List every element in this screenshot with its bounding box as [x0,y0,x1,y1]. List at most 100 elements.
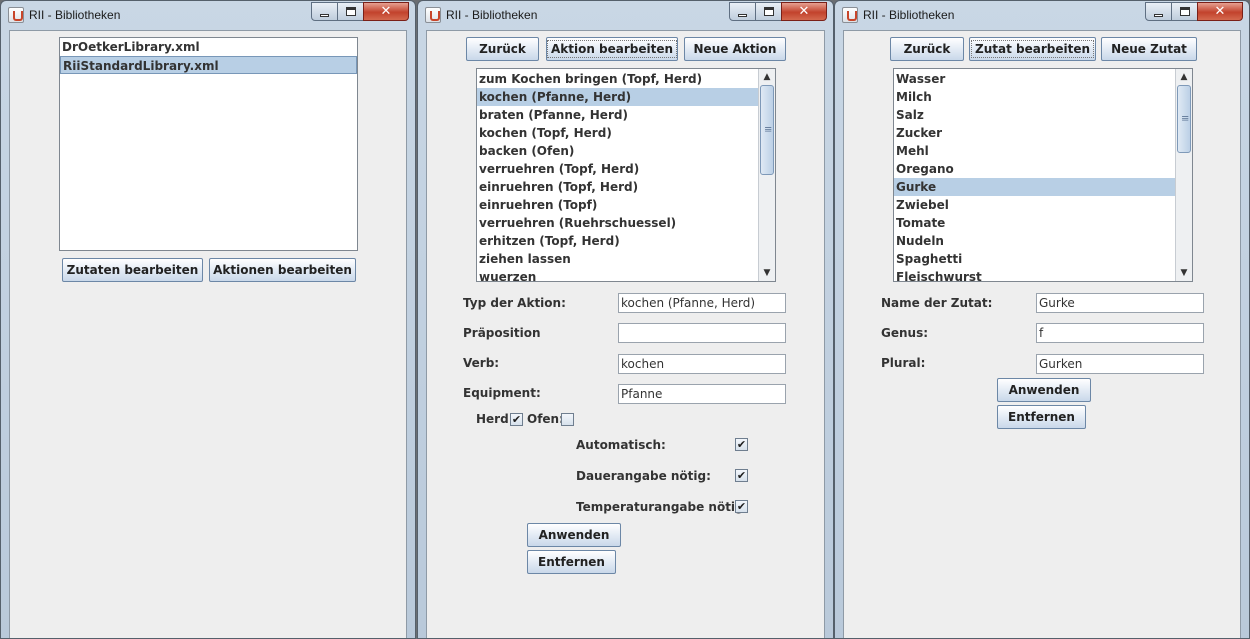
scroll-thumb[interactable] [1177,85,1191,153]
title-bar[interactable]: RII - Bibliotheken ✕ [418,1,833,29]
library-file-list[interactable]: DrOetkerLibrary.xml RiiStandardLibrary.x… [59,37,358,251]
edit-ingredient-button[interactable]: Zutat bearbeiten [969,37,1096,61]
back-button[interactable]: Zurück [466,37,539,61]
list-item[interactable]: ziehen lassen [477,250,758,268]
preposition-label: Präposition [463,326,541,340]
list-item[interactable]: Tomate [894,214,1175,232]
apply-button[interactable]: Anwenden [527,523,621,547]
window-content: Zurück Aktion bearbeiten Neue Aktion zum… [426,30,825,638]
verb-field[interactable]: kochen [618,354,786,374]
list-item[interactable]: Zwiebel [894,196,1175,214]
close-button[interactable]: ✕ [1197,2,1243,21]
remove-button[interactable]: Entfernen [997,405,1086,429]
list-item-selected[interactable]: RiiStandardLibrary.xml [60,56,357,74]
edit-ingredients-button[interactable]: Zutaten bearbeiten [62,258,203,282]
ofen-label: Ofen: [527,412,564,426]
window-title: RII - Bibliotheken [863,8,955,22]
equipment-field[interactable]: Pfanne [618,384,786,404]
genus-label: Genus: [881,326,929,340]
action-type-label: Typ der Aktion: [463,296,566,310]
ingredients-window: RII - Bibliotheken ✕ Zurück Zutat bearbe… [834,0,1250,639]
list-item[interactable]: verruehren (Ruehrschuessel) [477,214,758,232]
automatic-checkbox[interactable]: ✔ [735,438,748,451]
list-item[interactable]: wuerzen [477,268,758,281]
automatic-label: Automatisch: [576,438,666,452]
close-button[interactable]: ✕ [363,2,409,21]
remove-button[interactable]: Entfernen [527,550,616,574]
ofen-checkbox[interactable] [561,413,574,426]
equipment-label: Equipment: [463,386,541,400]
ingredient-items: Wasser Milch Salz Zucker Mehl Oregano Gurke Zwi… [894,70,1175,281]
edit-ingredient-label: Zutat bearbeiten [971,40,1094,58]
list-item[interactable]: einruehren (Topf) [477,196,758,214]
libraries-window: RII - Bibliotheken ✕ DrOetkerLibrary.xml… [0,0,416,639]
scroll-up-arrow-icon[interactable]: ▲ [759,69,775,85]
list-item[interactable]: Fleischwurst [894,268,1175,281]
list-item[interactable]: backen (Ofen) [477,142,758,160]
action-items: zum Kochen bringen (Topf, Herd) kochen (P… [477,70,758,281]
java-app-icon [8,7,24,23]
herd-label: Herd: [476,412,514,426]
list-item[interactable]: Nudeln [894,232,1175,250]
list-item[interactable]: erhitzen (Topf, Herd) [477,232,758,250]
edit-actions-button[interactable]: Aktionen bearbeiten [209,258,356,282]
title-bar[interactable]: RII - Bibliotheken ✕ [1,1,415,29]
back-button[interactable]: Zurück [890,37,964,61]
new-ingredient-button[interactable]: Neue Zutat [1101,37,1197,61]
list-item[interactable]: Zucker [894,124,1175,142]
window-title: RII - Bibliotheken [29,8,121,22]
minimize-icon [738,13,747,17]
ingredient-list[interactable]: Wasser Milch Salz Zucker Mehl Oregano Gurke Zwi… [893,68,1193,282]
window-content: Zurück Zutat bearbeiten Neue Zutat Wasse… [843,30,1241,638]
preposition-field[interactable] [618,323,786,343]
title-bar[interactable]: RII - Bibliotheken ✕ [835,1,1249,29]
scroll-down-arrow-icon[interactable]: ▼ [1176,265,1192,281]
edit-action-label: Aktion bearbeiten [546,40,678,58]
scroll-up-arrow-icon[interactable]: ▲ [1176,69,1192,85]
list-item[interactable]: Salz [894,106,1175,124]
plural-label: Plural: [881,356,926,370]
scroll-down-arrow-icon[interactable]: ▼ [759,265,775,281]
list-item[interactable]: kochen (Topf, Herd) [477,124,758,142]
close-icon: ✕ [380,4,392,19]
list-item[interactable]: zum Kochen bringen (Topf, Herd) [477,70,758,88]
maximize-icon [1179,7,1190,16]
window-title: RII - Bibliotheken [446,8,538,22]
ingredient-name-field[interactable]: Gurke [1036,293,1204,313]
herd-checkbox[interactable]: ✔ [510,413,523,426]
apply-button[interactable]: Anwenden [997,378,1091,402]
list-item[interactable]: verruehren (Topf, Herd) [477,160,758,178]
list-item-selected[interactable]: Gurke [894,178,1175,196]
list-item[interactable]: Mehl [894,142,1175,160]
list-item[interactable]: einruehren (Topf, Herd) [477,178,758,196]
maximize-button[interactable] [755,2,782,21]
edit-action-button[interactable]: Aktion bearbeiten [546,37,678,61]
list-item[interactable]: Oregano [894,160,1175,178]
duration-required-checkbox[interactable]: ✔ [735,469,748,482]
java-app-icon [842,7,858,23]
scroll-thumb[interactable] [760,85,774,175]
close-button[interactable]: ✕ [781,2,827,21]
maximize-icon [763,7,774,16]
maximize-button[interactable] [1171,2,1198,21]
temperature-required-checkbox[interactable]: ✔ [735,500,748,513]
plural-field[interactable]: Gurken [1036,354,1204,374]
action-type-field[interactable]: kochen (Pfanne, Herd) [618,293,786,313]
minimize-button[interactable] [311,2,338,21]
maximize-button[interactable] [337,2,364,21]
action-list-scrollbar[interactable]: ▲ ▼ [758,69,775,281]
list-item[interactable]: Wasser [894,70,1175,88]
genus-field[interactable]: f [1036,323,1204,343]
action-list[interactable]: zum Kochen bringen (Topf, Herd) kochen (P… [476,68,776,282]
new-action-button[interactable]: Neue Aktion [684,37,786,61]
list-item[interactable]: Spaghetti [894,250,1175,268]
minimize-button[interactable] [1145,2,1172,21]
ingredient-list-scrollbar[interactable]: ▲ ▼ [1175,69,1192,281]
verb-label: Verb: [463,356,500,370]
list-item[interactable]: braten (Pfanne, Herd) [477,106,758,124]
list-item[interactable]: Milch [894,88,1175,106]
ingredient-name-label: Name der Zutat: [881,296,993,310]
minimize-button[interactable] [729,2,756,21]
list-item-selected[interactable]: kochen (Pfanne, Herd) [477,88,758,106]
list-item[interactable]: DrOetkerLibrary.xml [60,38,357,56]
